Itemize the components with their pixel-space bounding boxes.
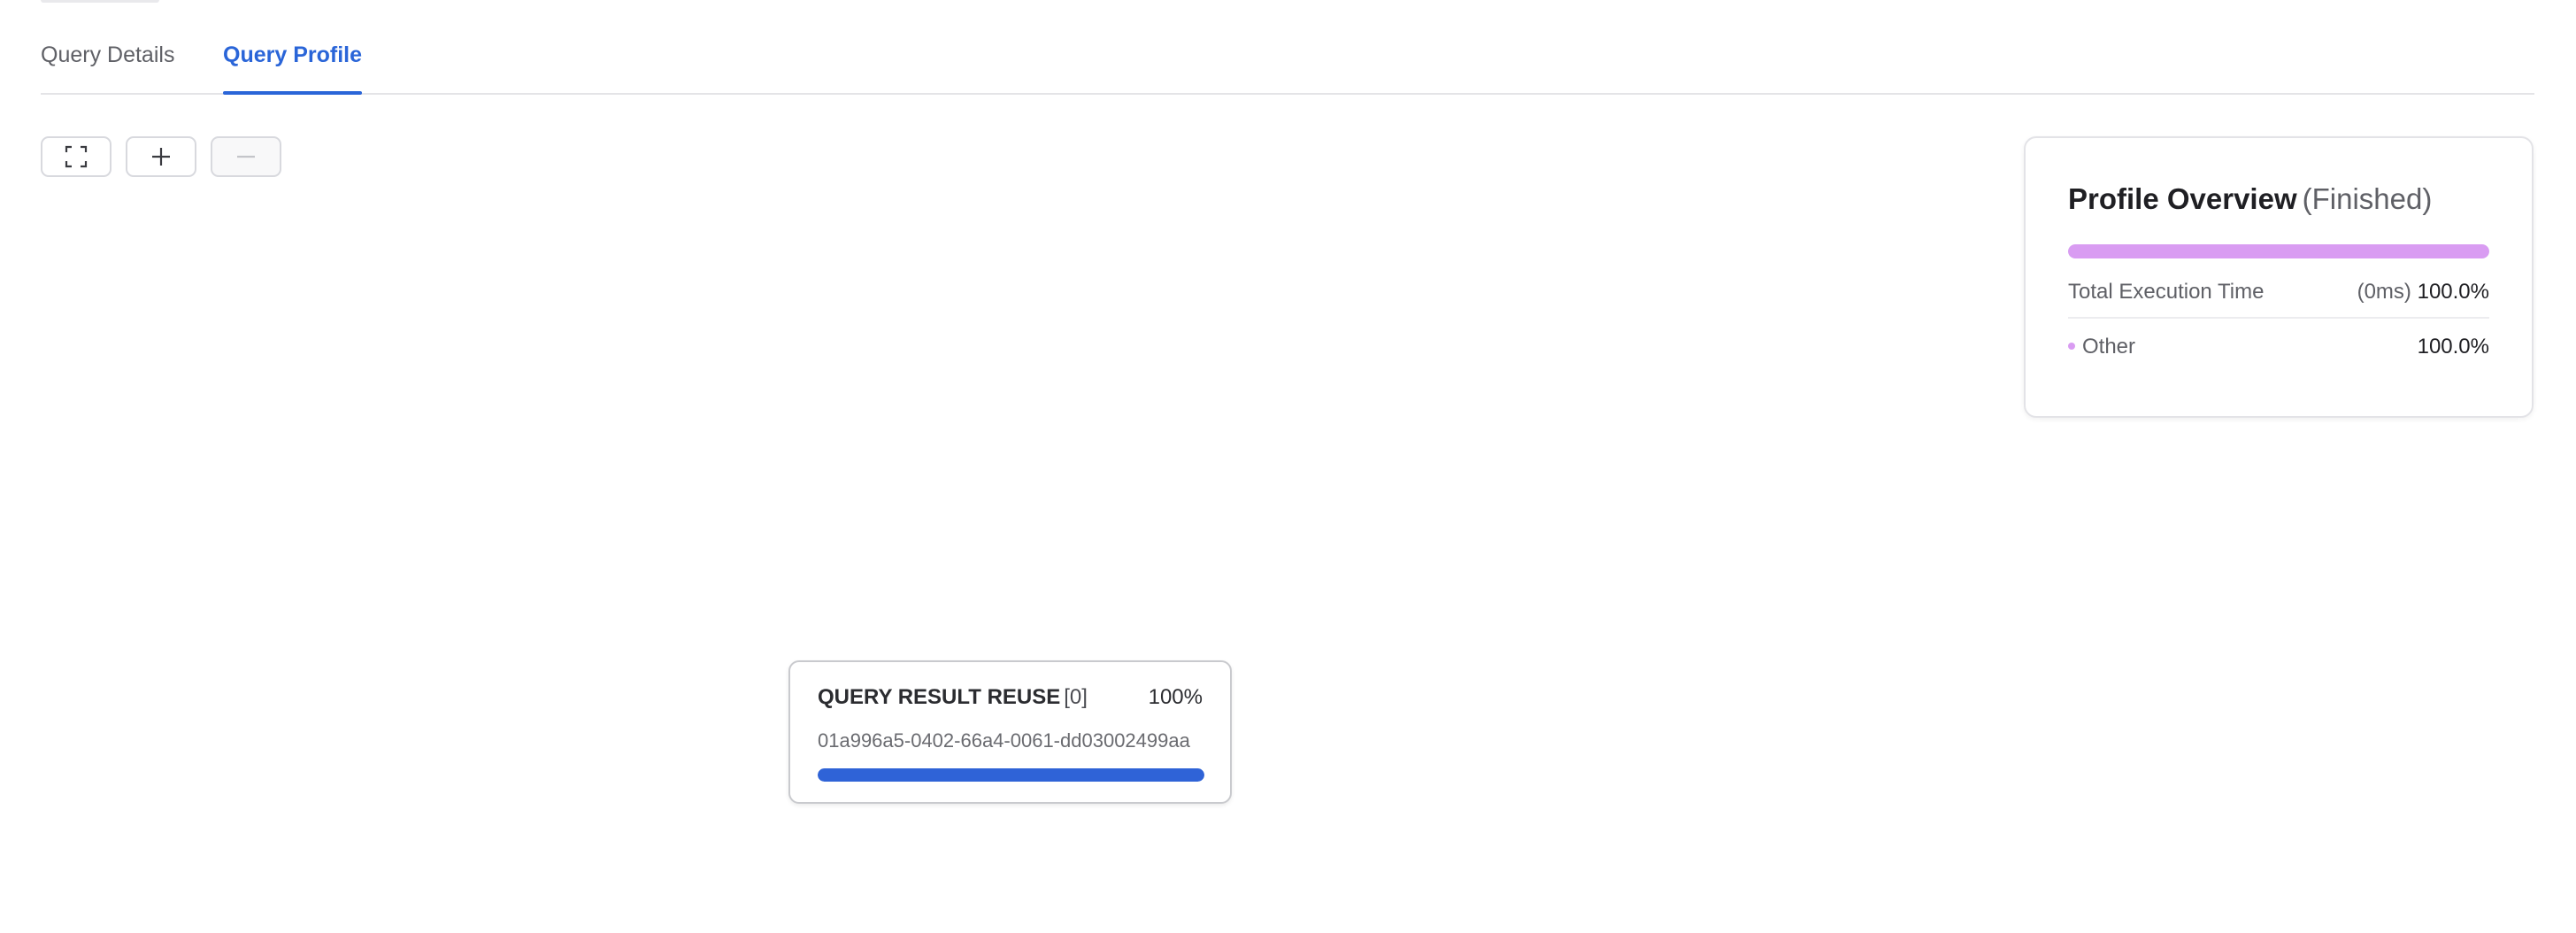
operator-progress-bar xyxy=(818,768,1204,782)
profile-overview-panel: Profile Overview (Finished) Total Executi… xyxy=(2024,136,2534,418)
legend-dot-icon xyxy=(2068,342,2075,350)
profile-status: (Finished) xyxy=(2302,182,2433,215)
operator-index: [0] xyxy=(1064,685,1088,709)
tab-query-profile[interactable]: Query Profile xyxy=(223,42,362,95)
total-execution-time-label: Total Execution Time xyxy=(2068,280,2265,304)
breakdown-label-other: Other xyxy=(2082,335,2136,359)
profile-overview-title: Profile Overview (Finished) xyxy=(2068,182,2433,215)
total-execution-time-ms: (0ms) xyxy=(2357,280,2411,304)
total-time-bar-fill xyxy=(2068,244,2489,258)
total-execution-time-value: (0ms) 100.0% xyxy=(2357,280,2489,305)
tab-bar: Query Details Query Profile xyxy=(41,0,2534,95)
minus-icon xyxy=(237,155,255,158)
operator-percentage: 100% xyxy=(1148,685,1203,709)
zoom-out-button[interactable] xyxy=(211,136,281,177)
zoom-in-button[interactable] xyxy=(126,136,196,177)
total-time-bar xyxy=(2068,244,2489,258)
operator-query-id: 01a996a5-0402-66a4-0061-dd03002499aa xyxy=(818,729,1190,752)
total-execution-time-pct: 100.0% xyxy=(2417,280,2489,304)
operator-progress-bar-fill xyxy=(818,768,1204,782)
fit-to-screen-icon xyxy=(65,145,88,168)
breakdown-pct-other: 100.0% xyxy=(2417,335,2489,359)
fit-to-screen-button[interactable] xyxy=(41,136,111,177)
breakdown-row-other: Other 100.0% xyxy=(2068,335,2489,359)
total-execution-time-row: Total Execution Time (0ms) 100.0% xyxy=(2068,280,2489,319)
plus-icon xyxy=(152,148,170,166)
tab-query-details[interactable]: Query Details xyxy=(41,42,174,93)
operator-node-query-result-reuse[interactable]: QUERY RESULT REUSE [0] 100% 01a996a5-0402… xyxy=(788,660,1232,804)
operator-name: QUERY RESULT REUSE xyxy=(818,685,1061,709)
operator-node-title: QUERY RESULT REUSE [0] xyxy=(818,685,1088,710)
